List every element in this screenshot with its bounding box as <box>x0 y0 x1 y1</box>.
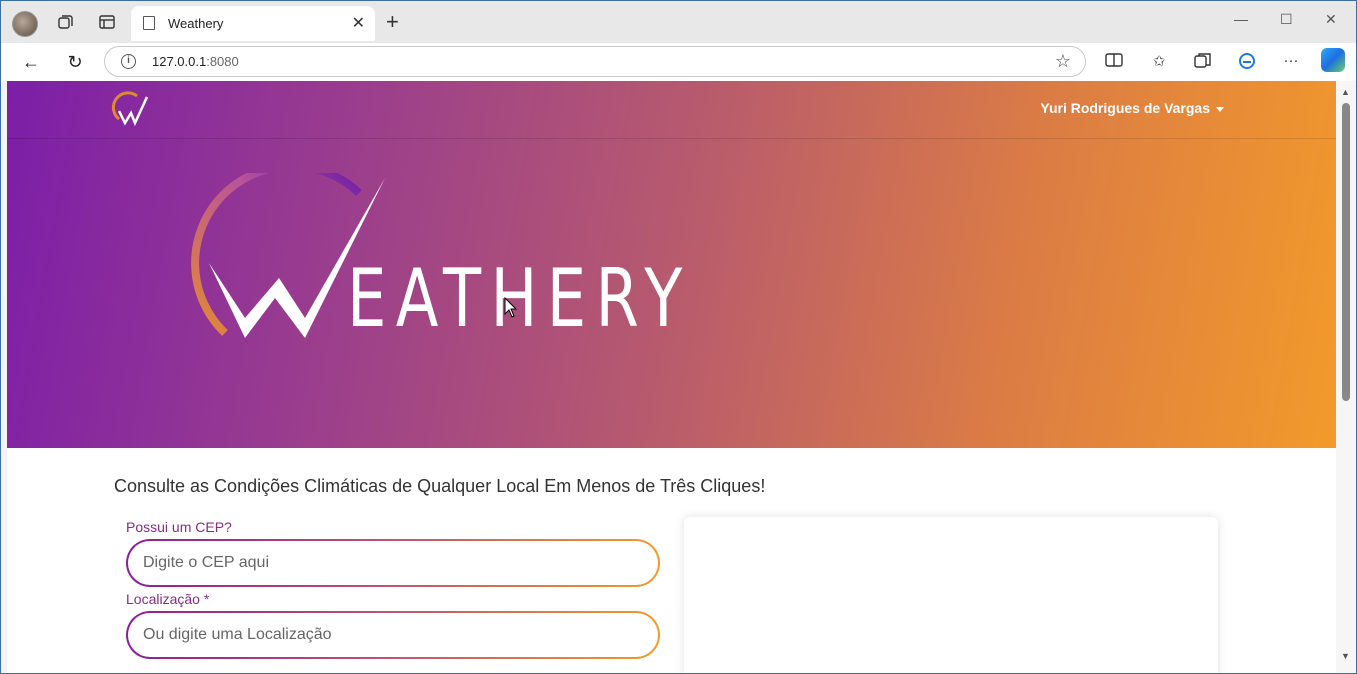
edge-icon[interactable] <box>1236 52 1258 74</box>
mouse-cursor-icon <box>504 297 518 318</box>
url-text: 127.0.0.1:8080 <box>152 54 239 69</box>
maximize-icon[interactable]: ☐ <box>1280 11 1293 28</box>
page-viewport: Yuri Rodrigues de Vargas EATHERY Consult… <box>7 81 1336 673</box>
location-field[interactable] <box>126 611 660 659</box>
copilot-icon[interactable] <box>1321 48 1345 72</box>
navigation-bar: ← ↻ i 127.0.0.1:8080 ☆ ✩ ··· <box>1 43 1356 81</box>
scroll-down-icon[interactable]: ▼ <box>1341 651 1350 661</box>
workspaces-icon[interactable] <box>55 13 75 33</box>
back-icon[interactable]: ← <box>19 50 43 74</box>
close-icon[interactable]: ✕ <box>352 13 365 33</box>
favorite-star-icon[interactable]: ☆ <box>1055 51 1071 72</box>
tab-title: Weathery <box>168 16 224 31</box>
split-screen-icon[interactable] <box>1103 52 1125 72</box>
cep-label: Possui um CEP? <box>126 519 232 535</box>
close-window-icon[interactable]: ✕ <box>1325 11 1337 28</box>
user-menu[interactable]: Yuri Rodrigues de Vargas <box>1040 100 1224 116</box>
page-tagline: Consulte as Condições Climáticas de Qual… <box>114 476 766 496</box>
cep-field[interactable] <box>126 539 660 587</box>
profile-avatar[interactable] <box>12 11 38 37</box>
browser-window: Weathery ✕ + — ☐ ✕ ← ↻ i 127.0.0.1:8080 … <box>0 0 1357 674</box>
hero-banner: Yuri Rodrigues de Vargas EATHERY <box>7 81 1336 448</box>
minimize-icon[interactable]: — <box>1234 11 1248 27</box>
collections-icon[interactable] <box>1192 52 1214 72</box>
address-bar[interactable]: i 127.0.0.1:8080 ☆ <box>104 46 1086 77</box>
tab-weathery[interactable]: Weathery ✕ <box>131 6 375 41</box>
refresh-icon[interactable]: ↻ <box>63 50 87 74</box>
tab-actions-icon[interactable] <box>97 13 117 33</box>
location-label: Localização * <box>126 591 210 607</box>
result-card <box>684 517 1218 673</box>
weathery-wordmark: EATHERY <box>347 252 692 345</box>
tab-bar: Weathery ✕ + — ☐ ✕ <box>1 1 1356 43</box>
plus-icon[interactable]: + <box>386 10 399 34</box>
navbar-divider <box>7 138 1336 139</box>
page-scrollbar[interactable]: ▲ ▼ <box>1336 81 1356 673</box>
favorites-icon[interactable]: ✩ <box>1148 52 1170 70</box>
user-name[interactable]: Yuri Rodrigues de Vargas <box>1040 100 1210 116</box>
page-icon <box>143 16 155 30</box>
more-icon[interactable]: ··· <box>1280 52 1302 69</box>
scroll-up-icon[interactable]: ▲ <box>1341 87 1350 97</box>
scrollbar-thumb[interactable] <box>1342 103 1350 401</box>
location-input[interactable] <box>128 613 658 657</box>
info-icon[interactable]: i <box>121 54 136 69</box>
weathery-logo-small[interactable] <box>111 91 151 129</box>
cep-input[interactable] <box>128 541 658 585</box>
chevron-down-icon <box>1216 106 1224 112</box>
